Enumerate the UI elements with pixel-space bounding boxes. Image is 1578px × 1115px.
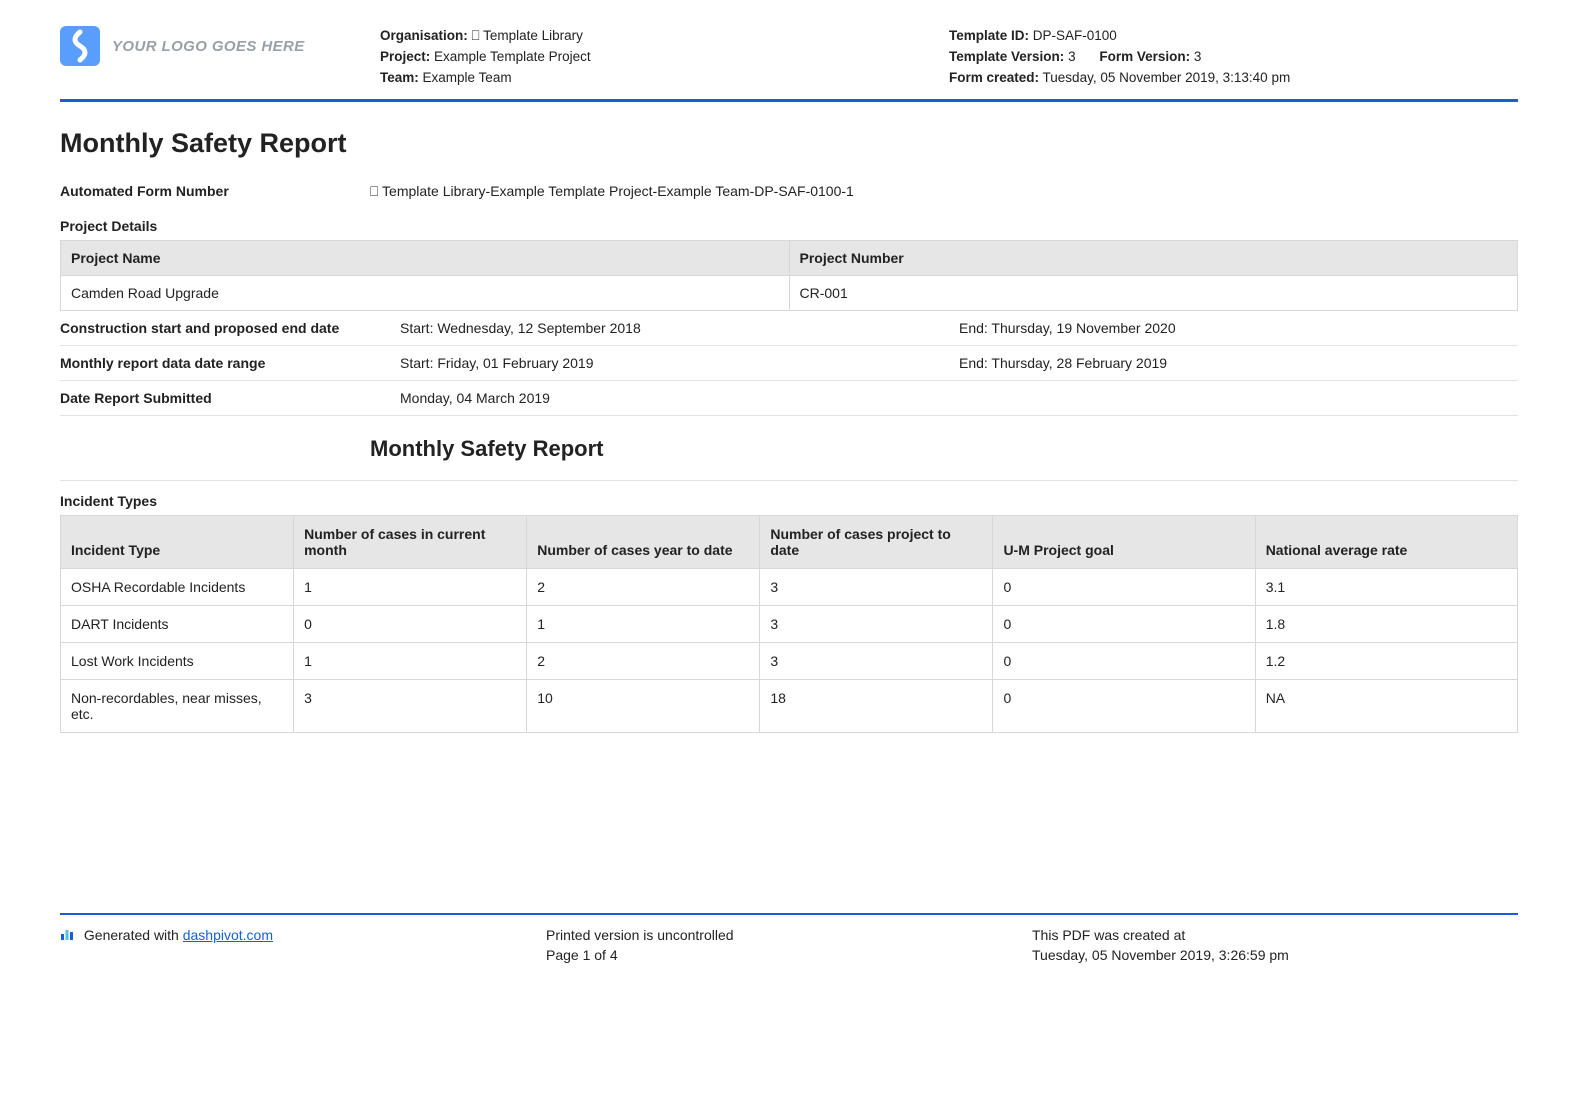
- cell: 0: [294, 605, 527, 642]
- cell: 1: [294, 642, 527, 679]
- report-range-end: End: Thursday, 28 February 2019: [959, 355, 1518, 371]
- uncontrolled-text: Printed version is uncontrolled: [546, 925, 1032, 945]
- document-footer: Generated with dashpivot.com Printed ver…: [60, 913, 1518, 966]
- date-submitted-row: Date Report Submitted Monday, 04 March 2…: [60, 381, 1518, 416]
- cell: Non-recordables, near misses, etc.: [61, 679, 294, 732]
- meta-right: Template ID: DP-SAF-0100 Template Versio…: [949, 26, 1518, 89]
- col-project-to-date: Number of cases project to date: [760, 515, 993, 568]
- cell: 0: [993, 605, 1255, 642]
- report-subheader: Monthly Safety Report: [370, 436, 1518, 462]
- construction-dates-label: Construction start and proposed end date: [60, 320, 400, 336]
- cell: 3: [760, 605, 993, 642]
- team-value: Example Team: [423, 70, 512, 85]
- cell: 0: [993, 679, 1255, 732]
- page-number: Page 1 of 4: [546, 945, 1032, 965]
- cell: 3.1: [1255, 568, 1517, 605]
- template-version-value: 3: [1068, 49, 1076, 64]
- cell: 1.2: [1255, 642, 1517, 679]
- cell: 10: [527, 679, 760, 732]
- report-range-row: Monthly report data date range Start: Fr…: [60, 346, 1518, 381]
- date-submitted-label: Date Report Submitted: [60, 390, 400, 406]
- meta-left: Organisation: ⎕ Template Library Project…: [380, 26, 949, 89]
- table-row: Non-recordables, near misses, etc.310180…: [61, 679, 1518, 732]
- construction-end: End: Thursday, 19 November 2020: [959, 320, 1518, 336]
- incident-types-table: Incident Type Number of cases in current…: [60, 515, 1518, 733]
- construction-start: Start: Wednesday, 12 September 2018: [400, 320, 959, 336]
- page-title: Monthly Safety Report: [60, 128, 1518, 159]
- cell: 2: [527, 568, 760, 605]
- organisation-value: ⎕ Template Library: [472, 28, 583, 43]
- team-label: Team:: [380, 70, 419, 85]
- cell: 18: [760, 679, 993, 732]
- date-submitted-value: Monday, 04 March 2019: [400, 390, 959, 406]
- cell: 3: [760, 568, 993, 605]
- cell: NA: [1255, 679, 1517, 732]
- incident-types-label: Incident Types: [60, 480, 1518, 515]
- project-name-header: Project Name: [61, 240, 790, 275]
- cell: 0: [993, 568, 1255, 605]
- cell: 1: [527, 605, 760, 642]
- logo-placeholder-text: YOUR LOGO GOES HERE: [112, 38, 305, 55]
- dashpivot-link[interactable]: dashpivot.com: [183, 927, 273, 943]
- bars-icon: [60, 926, 74, 946]
- document-header: YOUR LOGO GOES HERE Organisation: ⎕ Temp…: [60, 26, 1518, 102]
- project-details-label: Project Details: [60, 212, 1518, 240]
- cell: DART Incidents: [61, 605, 294, 642]
- pdf-created-label: This PDF was created at: [1032, 925, 1518, 945]
- report-range-start: Start: Friday, 01 February 2019: [400, 355, 959, 371]
- generated-prefix: Generated with: [84, 927, 183, 943]
- automated-form-number-row: Automated Form Number ⎕ Template Library…: [60, 177, 1518, 212]
- col-current-month: Number of cases in current month: [294, 515, 527, 568]
- form-version-value: 3: [1194, 49, 1202, 64]
- pdf-created-value: Tuesday, 05 November 2019, 3:26:59 pm: [1032, 945, 1518, 965]
- cell: 1: [294, 568, 527, 605]
- project-name-value: Camden Road Upgrade: [61, 275, 790, 310]
- logo-block: YOUR LOGO GOES HERE: [60, 26, 380, 66]
- table-row: OSHA Recordable Incidents12303.1: [61, 568, 1518, 605]
- footer-center: Printed version is uncontrolled Page 1 o…: [546, 925, 1032, 966]
- project-number-value: CR-001: [789, 275, 1518, 310]
- organisation-label: Organisation:: [380, 28, 468, 43]
- project-details-table: Project Name Project Number Camden Road …: [60, 240, 1518, 311]
- afn-label: Automated Form Number: [60, 183, 370, 200]
- form-version-label: Form Version:: [1099, 49, 1190, 64]
- footer-right: This PDF was created at Tuesday, 05 Nove…: [1032, 925, 1518, 966]
- afn-value: ⎕ Template Library-Example Template Proj…: [370, 183, 854, 200]
- footer-left: Generated with dashpivot.com: [60, 925, 546, 966]
- cell: 0: [993, 642, 1255, 679]
- cell: 3: [760, 642, 993, 679]
- form-created-label: Form created:: [949, 70, 1039, 85]
- form-created-value: Tuesday, 05 November 2019, 3:13:40 pm: [1043, 70, 1291, 85]
- col-incident-type: Incident Type: [61, 515, 294, 568]
- project-label: Project:: [380, 49, 430, 64]
- construction-dates-row: Construction start and proposed end date…: [60, 311, 1518, 346]
- table-row: Lost Work Incidents12301.2: [61, 642, 1518, 679]
- template-id-label: Template ID:: [949, 28, 1029, 43]
- cell: OSHA Recordable Incidents: [61, 568, 294, 605]
- col-year-to-date: Number of cases year to date: [527, 515, 760, 568]
- col-um-project-goal: U-M Project goal: [993, 515, 1255, 568]
- report-range-label: Monthly report data date range: [60, 355, 400, 371]
- col-national-avg: National average rate: [1255, 515, 1517, 568]
- project-number-header: Project Number: [789, 240, 1518, 275]
- cell: Lost Work Incidents: [61, 642, 294, 679]
- cell: 1.8: [1255, 605, 1517, 642]
- logo-icon: [60, 26, 100, 66]
- template-id-value: DP-SAF-0100: [1033, 28, 1117, 43]
- project-value: Example Template Project: [434, 49, 591, 64]
- cell: 3: [294, 679, 527, 732]
- table-row: DART Incidents01301.8: [61, 605, 1518, 642]
- template-version-label: Template Version:: [949, 49, 1064, 64]
- cell: 2: [527, 642, 760, 679]
